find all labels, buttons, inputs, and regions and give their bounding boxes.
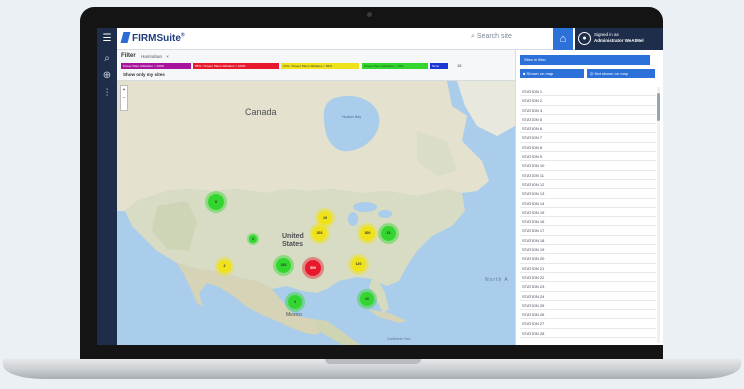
sites-panel: Sites in filter ■ Shown on map ◎ Not sho… xyxy=(515,50,663,345)
map-cluster[interactable]: 180 xyxy=(276,258,291,273)
label-mexico: Mexico xyxy=(286,312,302,318)
zoom-out-button[interactable]: − xyxy=(121,94,127,102)
close-icon[interactable]: × xyxy=(166,54,169,59)
not-shown-on-map-label: Not shown on map xyxy=(594,71,628,76)
station-row[interactable]: STATION 21 xyxy=(520,264,656,273)
map-cluster[interactable]: 120 xyxy=(351,257,366,272)
shown-on-map-label: Shown on map xyxy=(526,71,554,76)
label-canada: Canada xyxy=(245,107,277,117)
label-states: States xyxy=(282,241,304,248)
sliders-icon[interactable]: ⫶ xyxy=(97,88,117,99)
laptop-base xyxy=(3,359,741,379)
station-row[interactable]: STATION 18 xyxy=(520,236,656,246)
map-cluster[interactable]: 19 xyxy=(318,211,332,225)
show-only-my-sites[interactable]: Show only my sites xyxy=(123,72,165,77)
station-row[interactable]: STATION 9 xyxy=(520,152,656,162)
station-row[interactable]: STATION 2 xyxy=(520,96,656,106)
map-cluster[interactable]: 4 xyxy=(249,235,257,243)
top-bar: ☰ FIRMSuite® ⌕ Search site ⌂ ● Signed in… xyxy=(97,28,663,50)
station-row[interactable]: STATION 22 xyxy=(520,273,656,283)
brand-logo[interactable]: FIRMSuite® xyxy=(120,32,185,44)
label-united-states: United States xyxy=(282,233,304,249)
map-cluster[interactable]: 3 xyxy=(288,295,302,309)
laptop-bezel: ☰ FIRMSuite® ⌕ Search site ⌂ ● Signed in… xyxy=(80,7,663,359)
list-scrollbar[interactable] xyxy=(657,87,660,343)
filter-title: Filter xyxy=(121,53,136,59)
map-cluster[interactable]: 20 xyxy=(360,292,374,306)
signed-in-text: Signed in as Administrator WeAtMel xyxy=(594,32,644,44)
screen: ☰ FIRMSuite® ⌕ Search site ⌂ ● Signed in… xyxy=(97,28,663,345)
laptop-notch xyxy=(325,359,421,364)
panel-header: Sites in filter xyxy=(520,55,650,65)
station-list: STATION 1 STATION 2 STATION 3 STATION 5 STAT… xyxy=(520,87,656,343)
station-row[interactable]: STATION 6 xyxy=(520,124,656,134)
station-row[interactable]: STATION 8 xyxy=(520,143,656,153)
checkbox-icon: ■ xyxy=(523,71,526,76)
chip-under-70[interactable]: Power Plant Utilization < 70% xyxy=(362,63,428,69)
radio-icon: ◎ xyxy=(590,71,594,76)
map-cluster[interactable]: 2 xyxy=(218,260,231,273)
home-button[interactable]: ⌂ xyxy=(553,28,573,50)
station-row[interactable]: STATION 27 xyxy=(520,319,656,329)
brand-name: FIRMSuite xyxy=(132,33,181,44)
brand-mark-icon xyxy=(120,32,131,43)
filter-bar: Filter Hamrahan × Power Plant Utilizatio… xyxy=(117,50,515,81)
shown-on-map-button[interactable]: ■ Shown on map xyxy=(520,69,584,78)
filter-value[interactable]: 15 xyxy=(457,63,461,68)
map-cluster[interactable]: 8 xyxy=(208,194,224,210)
filter-tag-label: Hamrahan xyxy=(141,54,163,59)
map-cluster[interactable]: 15 xyxy=(381,226,396,241)
brand-registered: ® xyxy=(180,32,185,39)
map-cluster[interactable]: 203 xyxy=(312,226,327,241)
station-row[interactable]: STATION 25 xyxy=(520,301,656,311)
search-icon: ⌕ xyxy=(471,33,475,40)
station-row[interactable]: STATION 10 xyxy=(520,161,656,171)
station-row[interactable]: STATION 15 xyxy=(520,208,656,218)
station-row[interactable]: STATION 12 xyxy=(520,180,656,190)
user-icon: ● xyxy=(578,32,591,45)
chip-none[interactable]: None xyxy=(430,63,448,69)
station-row[interactable]: STATION 5 xyxy=(520,115,656,125)
chip-85-100[interactable]: 85% < Power Plant Utilization < 100% xyxy=(193,63,279,69)
station-row[interactable]: STATION 23 xyxy=(520,282,656,292)
station-row[interactable]: STATION 26 xyxy=(520,310,656,320)
station-row[interactable]: STATION 7 xyxy=(520,133,656,143)
chip-over-100[interactable]: Power Plant Utilization > 100% xyxy=(121,63,191,69)
map-cluster[interactable]: 300 xyxy=(360,226,375,241)
user-menu[interactable]: ● Signed in as Administrator WeAtMel xyxy=(575,28,663,50)
label-united: United xyxy=(282,233,304,240)
chip-70-84[interactable]: 70% < Power Plant Utilization < 84% xyxy=(281,63,359,69)
filter-tag[interactable]: Hamrahan × xyxy=(141,54,169,59)
search-placeholder: Search site xyxy=(476,33,512,40)
zoom-control: + − xyxy=(120,85,128,111)
station-row[interactable]: STATION 13 xyxy=(520,189,656,199)
map-view[interactable]: + − Canada Hudson Bay United States Mexi… xyxy=(117,81,515,345)
station-row[interactable]: STATION 17 xyxy=(520,226,656,236)
label-hudson-bay: Hudson Bay xyxy=(342,115,362,119)
map-cluster[interactable]: 500 xyxy=(305,260,321,276)
station-row[interactable]: STATION 24 xyxy=(520,292,656,301)
add-circle-icon[interactable]: ⊕ xyxy=(97,70,117,81)
home-icon: ⌂ xyxy=(559,33,567,45)
station-row[interactable]: STATION 20 xyxy=(520,254,656,264)
station-row[interactable]: STATION 11 xyxy=(520,171,656,180)
station-row[interactable]: STATION 19 xyxy=(520,245,656,255)
camera xyxy=(367,12,372,17)
station-row[interactable]: STATION 3 xyxy=(520,106,656,115)
left-sidebar: ⌕ ⊕ ⫶ xyxy=(97,50,117,345)
station-row[interactable]: STATION 14 xyxy=(520,199,656,208)
station-row[interactable]: STATION 16 xyxy=(520,217,656,227)
map-base xyxy=(117,81,515,345)
zoom-in-button[interactable]: + xyxy=(121,86,127,94)
search-box[interactable]: ⌕ Search site xyxy=(471,33,512,41)
hamburger-icon[interactable]: ☰ xyxy=(97,28,117,50)
search-icon[interactable]: ⌕ xyxy=(97,53,117,64)
station-row[interactable]: STATION 1 xyxy=(520,87,656,97)
not-shown-on-map-button[interactable]: ◎ Not shown on map xyxy=(587,69,655,78)
scrollbar-thumb[interactable] xyxy=(657,93,660,121)
signed-in-user: Administrator WeAtMel xyxy=(594,38,644,43)
station-row[interactable]: STATION 28 xyxy=(520,329,656,339)
label-north-atlantic: North A xyxy=(485,277,509,283)
label-caribbean: Caribbean Sea xyxy=(387,337,411,341)
